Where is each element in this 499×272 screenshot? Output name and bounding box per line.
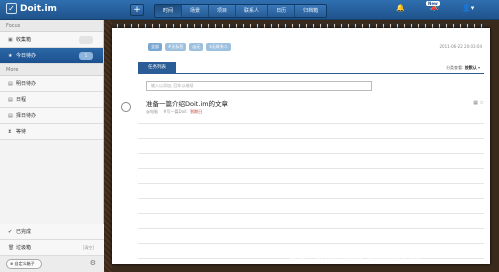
sidebar-item-completed[interactable]: ✔ 已完成	[0, 224, 104, 240]
tab-context[interactable]: 场景	[182, 5, 210, 17]
calendar-icon: ▤	[8, 113, 13, 119]
empty-trash-link[interactable]: [清空]	[83, 240, 94, 256]
count-badge	[79, 36, 93, 44]
gear-icon[interactable]: ⚙	[90, 259, 96, 267]
tab-project[interactable]: 项目	[209, 5, 237, 17]
tab-time[interactable]: 时间	[155, 5, 183, 17]
new-badge: New	[426, 1, 440, 6]
star-icon: ★	[8, 53, 13, 59]
tab-task-list[interactable]: 任务列表	[138, 62, 176, 74]
user-icon[interactable]: 👤▾	[462, 4, 474, 12]
main-nav-tabs: 时间 场景 项目 联系人 日历 归档箱	[154, 4, 328, 18]
tab-archive[interactable]: 归档箱	[295, 5, 327, 17]
focus-section-title: Focus	[0, 20, 103, 32]
ruled-line	[138, 124, 484, 139]
sidebar-item-label: 等待	[16, 129, 27, 135]
ruled-line	[138, 214, 484, 229]
count-badge: 1	[79, 52, 93, 60]
sidebar-footer-bar: ⊕ 自定义箱子 ⚙	[0, 256, 104, 272]
app-logo[interactable]: ✓ Doit.im	[6, 3, 57, 14]
hourglass-icon: ⧗	[8, 129, 12, 135]
trash-icon: 🗑	[8, 245, 15, 251]
task-context[interactable]: @电脑	[146, 109, 158, 114]
sidebar-item-label: 日程	[16, 97, 27, 103]
task-due-date: 到期日	[190, 109, 203, 114]
tab-calendar[interactable]: 日历	[268, 5, 296, 17]
logo-text: Doit.im	[20, 4, 57, 14]
checkmark-icon: ✔	[8, 229, 13, 235]
quick-add-input[interactable]: 输入以添加, 回车以继续	[146, 81, 372, 91]
ruled-line	[138, 199, 484, 214]
tag-no-contact[interactable]: $无联系人	[206, 43, 231, 51]
task-actions: ▦ ☆	[473, 100, 484, 106]
sidebar-item-label: 收集箱	[16, 37, 32, 43]
list-tab-row: 任务列表 分类查看: 按默认 ▾	[138, 62, 484, 74]
chevron-down-icon: ▾	[477, 65, 480, 70]
sidebar-item-label: 已完成	[16, 229, 32, 235]
task-checkbox[interactable]	[121, 102, 131, 112]
sort-selector[interactable]: 分类查看: 按默认 ▾	[446, 65, 480, 71]
tag-no-context[interactable]: @无	[189, 43, 204, 51]
star-outline-icon[interactable]: ☆	[480, 100, 484, 106]
sidebar-item-inbox[interactable]: ▣ 收集箱	[0, 32, 103, 48]
ruled-line	[138, 229, 484, 244]
tab-contacts[interactable]: 联系人	[236, 5, 269, 17]
task-row[interactable]: 准备一篇介绍Doit.im的文章 @电脑 #写一篇Doit 到期日 ▦ ☆	[121, 96, 484, 124]
sidebar-item-label: 今日待办	[16, 53, 37, 59]
tag-no-label[interactable]: #无标签	[165, 43, 187, 51]
bell-icon[interactable]: 🔔	[396, 4, 405, 12]
calendar-icon: ▤	[8, 97, 13, 103]
sort-label: 分类查看:	[446, 65, 464, 70]
wood-border	[104, 20, 112, 272]
sidebar: Focus ▣ 收集箱 ★ 今日待办 1 More ▤ 明日待办 ▤ 日程 ▤ 择日待办 …	[0, 20, 104, 272]
top-bar: ✓ Doit.im + 时间 场景 项目 联系人 日历 归档箱 🔔 📣 New 👤…	[0, 0, 499, 20]
sidebar-item-waiting[interactable]: ⧗ 等待	[0, 124, 103, 140]
tag-all[interactable]: 全部	[148, 43, 162, 51]
sidebar-item-schedule[interactable]: ▤ 日程	[0, 92, 103, 108]
task-project[interactable]: #写一篇Doit	[163, 109, 187, 114]
ruled-line	[138, 169, 484, 184]
sidebar-item-today[interactable]: ★ 今日待办 1	[0, 48, 103, 64]
task-meta: @电脑 #写一篇Doit 到期日	[146, 109, 202, 115]
sidebar-footer: ✔ 已完成 🗑 垃圾箱 [清空] ⊕ 自定义箱子 ⚙	[0, 224, 104, 272]
custom-box-label: 自定义箱子	[14, 261, 35, 266]
more-section-title: More	[0, 64, 103, 76]
ruled-line	[138, 154, 484, 169]
sidebar-item-label: 垃圾箱	[16, 245, 32, 251]
inbox-icon: ▣	[8, 37, 13, 43]
sidebar-item-trash[interactable]: 🗑 垃圾箱 [清空]	[0, 240, 104, 256]
sidebar-item-tomorrow[interactable]: ▤ 明日待办	[0, 76, 103, 92]
task-title[interactable]: 准备一篇介绍Doit.im的文章	[146, 98, 228, 108]
current-date: 2011-06-22 20:03:04	[439, 44, 482, 49]
ruled-line	[138, 184, 484, 199]
sidebar-item-label: 明日待办	[16, 81, 37, 87]
note-icon[interactable]: ▦	[473, 100, 478, 106]
ruled-line	[138, 139, 484, 154]
sidebar-item-someday[interactable]: ▤ 择日待办	[0, 108, 103, 124]
filter-tags: 全部 #无标签 @无 $无联系人	[148, 43, 231, 51]
watermark: 褪墨 | http://www.mifengtd.cn	[289, 255, 421, 264]
sidebar-item-label: 择日待办	[16, 113, 37, 119]
logo-icon: ✓	[6, 3, 17, 14]
calendar-icon: ▤	[8, 81, 13, 87]
sort-value: 按默认	[464, 65, 477, 70]
custom-box-button[interactable]: ⊕ 自定义箱子	[6, 259, 42, 269]
plus-circle-icon: ⊕	[10, 261, 14, 266]
add-task-button[interactable]: +	[130, 4, 144, 16]
task-notebook: 全部 #无标签 @无 $无联系人 2011-06-22 20:03:04 任务列…	[112, 28, 490, 264]
